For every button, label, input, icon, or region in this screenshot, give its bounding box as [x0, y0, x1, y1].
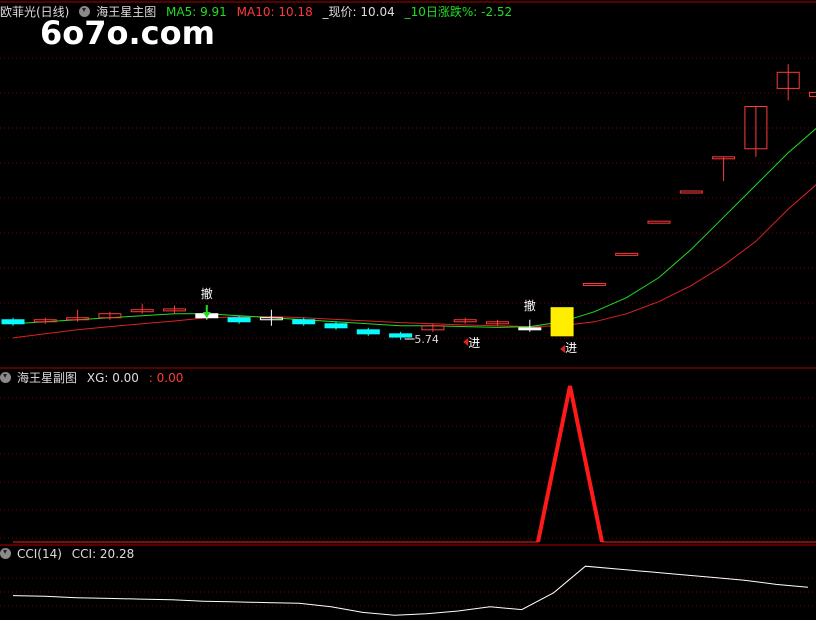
cci-line [12, 565, 809, 616]
candle-body [615, 252, 639, 256]
signal-enter-label: 进 [565, 341, 577, 355]
candle-body [550, 307, 574, 337]
signal-enter-label: 进 [468, 336, 480, 350]
xg-spike-line [536, 385, 604, 543]
candle-body [1, 319, 25, 325]
candle-body [292, 319, 316, 325]
signal-withdraw-label: 撤 [524, 298, 536, 313]
low-price-label: 5.74 [414, 333, 439, 346]
candle-body [582, 283, 606, 287]
ma5-line [12, 127, 816, 328]
candle-body [324, 323, 348, 329]
candle-body [679, 190, 703, 194]
candle-body [518, 327, 542, 331]
candle-body [356, 329, 380, 335]
candle-body [647, 220, 671, 224]
signal-withdraw-label: 撤 [201, 286, 213, 301]
candle-body [227, 317, 251, 323]
ma10-line [12, 184, 816, 339]
candle-body [389, 333, 413, 338]
chart-canvas: 撤撤进 进5.74 [0, 1, 816, 616]
